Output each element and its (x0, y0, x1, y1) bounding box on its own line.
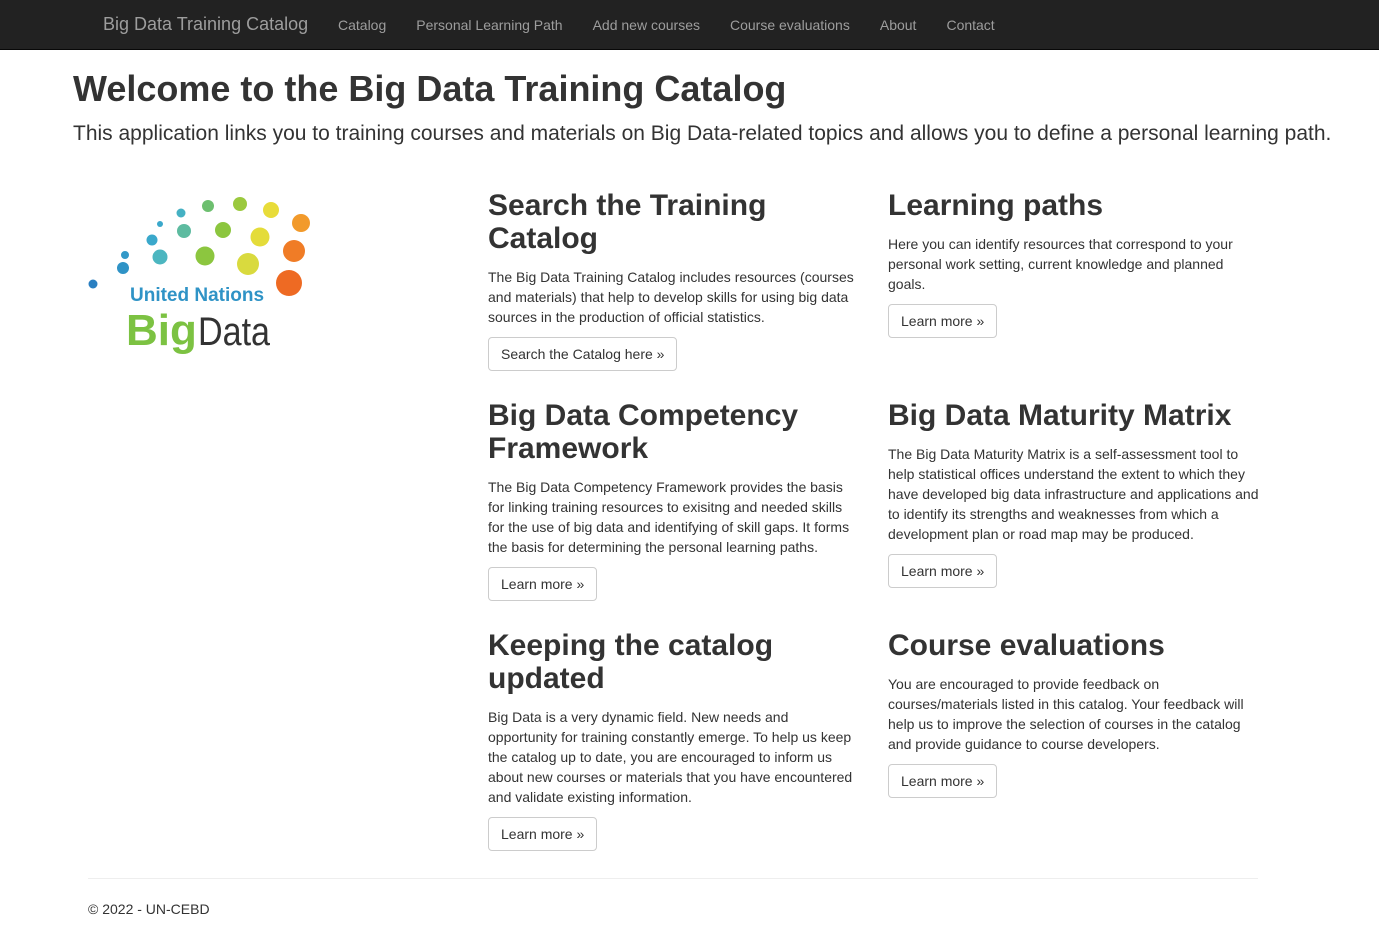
nav-link-add-new-courses[interactable]: Add new courses (578, 0, 715, 50)
brand-link[interactable]: Big Data Training Catalog (103, 12, 308, 36)
section-competency-framework: Big Data Competency Framework The Big Da… (488, 399, 860, 601)
nav-link-contact[interactable]: Contact (931, 0, 1009, 50)
maturity-matrix-learn-more-button[interactable]: Learn more » (888, 554, 998, 588)
section-title: Big Data Competency Framework (488, 399, 799, 465)
section-text: Here you can identify resources that cor… (888, 236, 1233, 292)
top-navbar: Big Data Training Catalog Catalog Person… (0, 0, 1379, 50)
section-search-catalog: Search the Training Catalog The Big Data… (488, 189, 860, 371)
competency-framework-learn-more-button[interactable]: Learn more » (488, 567, 598, 601)
nav-link-about[interactable]: About (865, 0, 932, 50)
logo-data-text: Data (198, 310, 271, 354)
footer-copyright: © 2022 - UN-CEBD (88, 901, 210, 917)
nav-link-personal-learning-path[interactable]: Personal Learning Path (401, 0, 577, 50)
section-title: Keeping the catalog updated (488, 629, 774, 695)
section-title: Search the Training Catalog (488, 189, 767, 255)
section-maturity-matrix: Big Data Maturity Matrix The Big Data Ma… (888, 399, 1260, 588)
course-evaluations-learn-more-button[interactable]: Learn more » (888, 764, 998, 798)
logo-big-text: Big (126, 306, 197, 355)
section-title: Course evaluations (888, 629, 1165, 662)
section-keeping-catalog-updated: Keeping the catalog updated Big Data is … (488, 629, 860, 851)
section-title: Learning paths (888, 189, 1104, 222)
logo-united-nations-text: United Nations (130, 285, 264, 306)
section-title: Big Data Maturity Matrix (888, 399, 1232, 432)
section-text: Big Data is a very dynamic field. New ne… (488, 709, 853, 805)
page-lead: This application links you to training c… (73, 122, 1332, 145)
footer-divider (88, 878, 1258, 879)
section-text: The Big Data Competency Framework provid… (488, 479, 850, 555)
section-text: The Big Data Maturity Matrix is a self-a… (888, 446, 1259, 542)
section-text: You are encouraged to provide feedback o… (888, 676, 1244, 752)
section-course-evaluations: Course evaluations You are encouraged to… (888, 629, 1260, 798)
nav-menu: Catalog Personal Learning Path Add new c… (323, 0, 1010, 50)
catalog-updated-learn-more-button[interactable]: Learn more » (488, 817, 598, 851)
un-big-data-logo: United Nations Big Data (88, 197, 310, 355)
page-title: Welcome to the Big Data Training Catalog (73, 68, 787, 109)
section-text: The Big Data Training Catalog includes r… (488, 269, 854, 325)
learning-paths-learn-more-button[interactable]: Learn more » (888, 304, 998, 338)
nav-link-catalog[interactable]: Catalog (323, 0, 401, 50)
nav-link-course-evaluations[interactable]: Course evaluations (715, 0, 865, 50)
section-learning-paths: Learning paths Here you can identify res… (888, 189, 1260, 338)
search-catalog-button[interactable]: Search the Catalog here » (488, 337, 678, 371)
